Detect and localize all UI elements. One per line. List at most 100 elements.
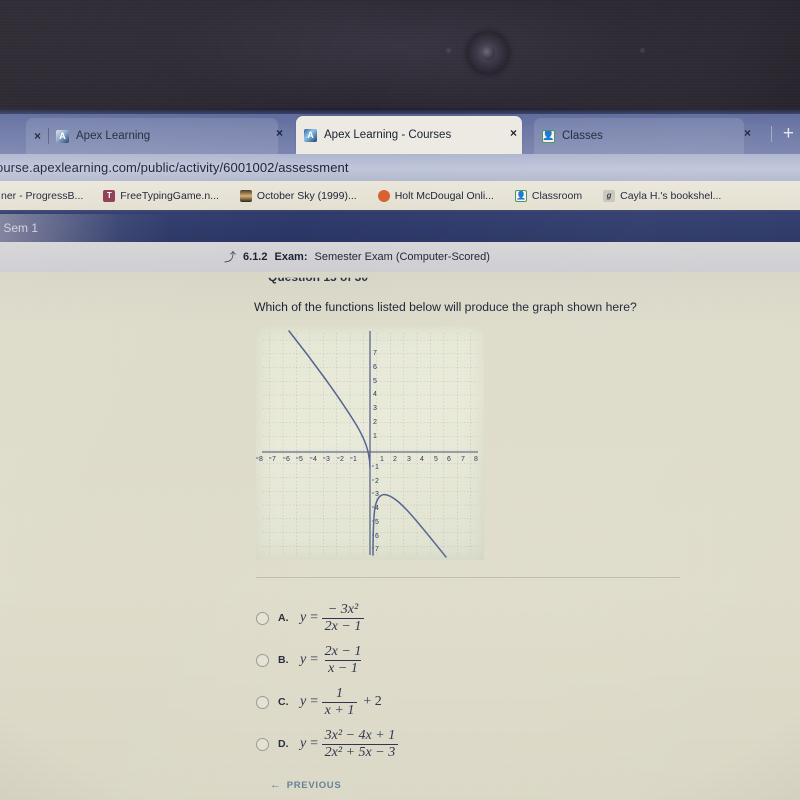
svg-text:1: 1: [380, 456, 384, 463]
address-bar[interactable]: ourse.apexlearning.com/public/activity/6…: [0, 154, 800, 181]
svg-text:6: 6: [373, 364, 377, 371]
svg-text:7: 7: [461, 456, 465, 463]
formula-numerator-c: 1: [336, 686, 343, 702]
svg-text:6: 6: [286, 456, 290, 463]
answer-option-d[interactable]: D. y = 3x² − 4x + 1 2x² + 5x − 3: [256, 723, 686, 765]
formula-suffix-c: + 2: [363, 694, 382, 709]
url-text[interactable]: ourse.apexlearning.com/public/activity/6…: [0, 160, 349, 175]
browser-tab-2-title: Apex Learning - Courses: [324, 129, 452, 141]
previous-button[interactable]: ← PREVIOUS: [270, 779, 341, 791]
svg-text:4: 4: [313, 456, 317, 463]
svg-text:2: 2: [393, 456, 397, 463]
answer-formula-b: y = 2x − 1 x − 1: [300, 644, 364, 675]
formula-lhs-c: y: [300, 694, 307, 709]
lesson-code: 6.1.2: [243, 251, 268, 263]
bezel-texture: [0, 0, 800, 114]
svg-text:7: 7: [373, 350, 377, 357]
formula-lhs-d: y: [300, 736, 307, 751]
close-icon-tab-1b[interactable]: ×: [276, 127, 283, 139]
answer-letter-d: D.: [278, 738, 289, 750]
answer-letter-a: A.: [278, 612, 289, 624]
camera-led-icon: [445, 47, 452, 54]
answer-letter-b: B.: [278, 654, 289, 666]
answer-option-b[interactable]: B. y = 2x − 1 x − 1: [256, 639, 686, 681]
browser-tab-3[interactable]: 👤 Classes: [534, 118, 744, 154]
up-arrow-icon[interactable]: ⤴: [224, 251, 236, 263]
svg-text:5: 5: [375, 519, 379, 526]
svg-text:3: 3: [326, 456, 330, 463]
formula-fraction-a: − 3x² 2x − 1: [321, 602, 365, 634]
answer-formula-c: y = 1 x + 1 + 2: [300, 686, 382, 717]
radio-button-a[interactable]: [256, 611, 269, 625]
bookmark-label-1: FreeTypingGame.n...: [120, 189, 219, 202]
movie-icon: [239, 189, 252, 202]
svg-text:3: 3: [407, 456, 411, 463]
radio-button-d[interactable]: [256, 737, 269, 751]
bookmark-item-1[interactable]: T FreeTypingGame.n...: [96, 189, 226, 202]
answer-letter-c: C.: [278, 696, 289, 708]
svg-text:7: 7: [375, 546, 379, 553]
svg-text:5: 5: [299, 456, 303, 463]
previous-label: PREVIOUS: [286, 779, 342, 791]
bookmark-item-2[interactable]: October Sky (1999)...: [233, 189, 364, 202]
close-icon[interactable]: ×: [34, 130, 41, 142]
webcam-icon: [468, 33, 508, 73]
lesson-subheader: ⤴ 6.1.2 Exam: Semester Exam (Computer-Sc…: [0, 242, 800, 272]
browser-tab-strip: × A Apex Learning × A Apex Learning - Co…: [0, 114, 800, 154]
bookmark-label-5: Cayla H.'s bookshel...: [620, 189, 722, 202]
svg-text:6: 6: [447, 456, 451, 463]
close-icon-tab-2[interactable]: ×: [510, 127, 517, 139]
formula-equals-c: =: [309, 694, 319, 709]
formula-lhs-b: y: [300, 652, 307, 667]
svg-text:2: 2: [340, 456, 344, 463]
answer-option-c[interactable]: C. y = 1 x + 1 + 2: [256, 681, 686, 723]
bookmark-item-0[interactable]: ner - ProgressB...: [0, 190, 90, 202]
apex-favicon: A: [56, 129, 70, 143]
bookmark-label-3: Holt McDougal Onli...: [394, 189, 494, 202]
function-graph: 87 65 43 21 12 34 56 78 7 6 5 4 3 2 1 1 …: [256, 326, 484, 560]
radio-button-c[interactable]: [256, 695, 269, 709]
close-icon-tab-3[interactable]: ×: [744, 127, 751, 139]
assessment-page: Question 15 of 30 Which of the functions…: [0, 272, 800, 800]
bookmark-label-4: Classroom: [531, 189, 583, 202]
arrow-left-icon: ←: [270, 779, 282, 791]
svg-text:1: 1: [353, 456, 357, 463]
bookmark-item-4[interactable]: 👤 Classroom: [508, 189, 589, 202]
svg-text:5: 5: [373, 378, 377, 385]
question-counter: Question 15 of 30: [268, 270, 369, 284]
question-text: Which of the functions listed below will…: [254, 300, 637, 314]
classroom-favicon: 👤: [542, 129, 555, 143]
browser-tab-3-title: Classes: [562, 130, 603, 142]
svg-text:5: 5: [434, 456, 438, 463]
laptop-screen-photo: × A Apex Learning × A Apex Learning - Co…: [0, 0, 800, 800]
formula-equals-d: =: [309, 736, 319, 751]
tab-separator: [48, 128, 50, 144]
formula-denominator-a: 2x − 1: [321, 617, 365, 634]
holt-icon: [377, 189, 390, 202]
formula-equals-a: =: [309, 610, 319, 625]
formula-denominator-c: x + 1: [321, 701, 358, 718]
formula-numerator-a: − 3x²: [327, 602, 359, 618]
formula-fraction-c: 1 x + 1: [321, 686, 358, 718]
laptop-bezel: [0, 0, 800, 114]
new-tab-button[interactable]: +: [783, 124, 794, 143]
svg-text:7: 7: [272, 456, 276, 463]
formula-denominator-b: x − 1: [325, 659, 361, 676]
lesson-title: Semester Exam (Computer-Scored): [314, 251, 490, 263]
section-divider: [256, 577, 680, 578]
answer-option-a[interactable]: A. y = − 3x² 2x − 1: [256, 597, 686, 639]
formula-lhs-a: y: [300, 610, 307, 625]
formula-fraction-d: 3x² − 4x + 1 2x² + 5x − 3: [321, 728, 399, 760]
svg-text:4: 4: [420, 456, 424, 463]
formula-numerator-d: 3x² − 4x + 1: [324, 728, 396, 744]
bookmark-label-2: October Sky (1999)...: [256, 189, 357, 202]
breadcrumb[interactable]: s Sem 1: [0, 221, 38, 235]
bookmark-item-5[interactable]: g Cayla H.'s bookshel...: [596, 189, 728, 202]
app-navbar: s Sem 1: [0, 214, 800, 242]
browser-tab-2[interactable]: A Apex Learning - Courses: [296, 116, 522, 154]
bookmark-item-3[interactable]: Holt McDougal Onli...: [371, 189, 501, 202]
lesson-kind: Exam:: [274, 251, 308, 263]
browser-tab-1[interactable]: × A Apex Learning: [26, 118, 278, 154]
radio-button-b[interactable]: [256, 653, 269, 667]
google-g-icon: g: [603, 189, 616, 202]
